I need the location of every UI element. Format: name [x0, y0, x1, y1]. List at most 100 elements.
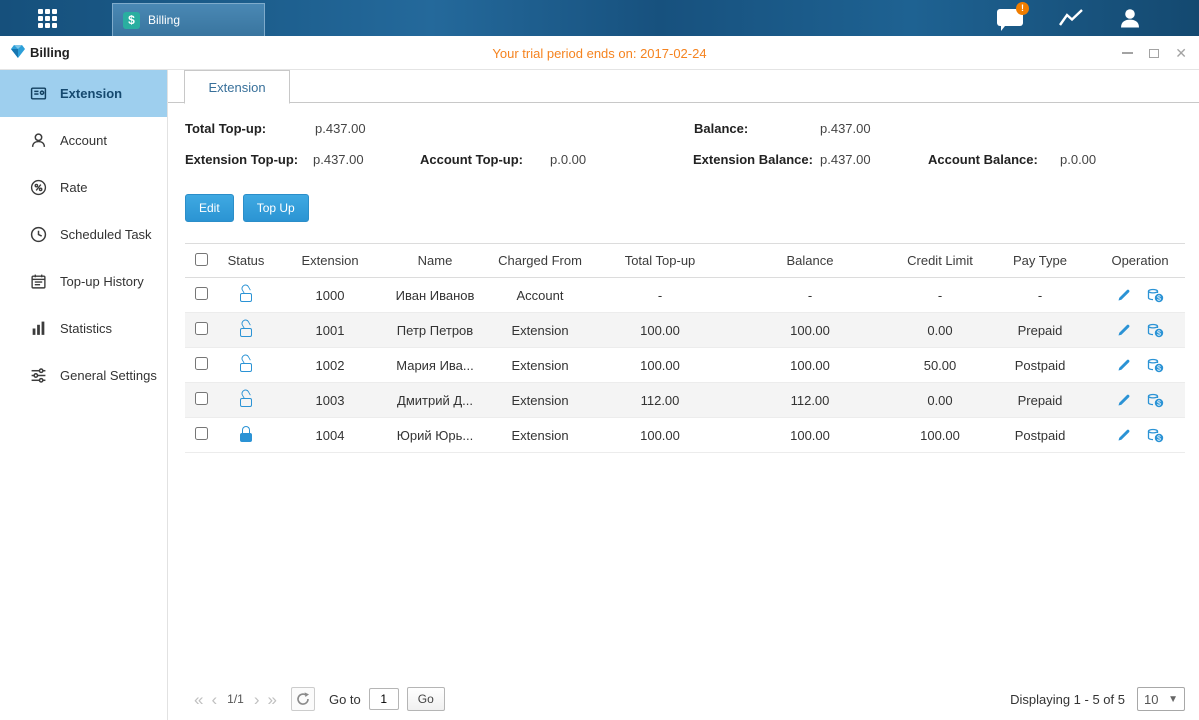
bar-chart-icon	[30, 320, 47, 337]
top-up-row-icon[interactable]: $	[1147, 288, 1164, 303]
page-size-select[interactable]: 10 ▼	[1137, 687, 1185, 711]
goto-label: Go to	[329, 692, 361, 707]
cell-charged-from: Account	[485, 278, 595, 313]
lock-status-icon[interactable]	[240, 328, 252, 337]
chevron-down-icon: ▼	[1168, 694, 1178, 705]
select-all-checkbox[interactable]	[195, 253, 208, 266]
cell-balance: 100.00	[725, 313, 895, 348]
cell-extension: 1000	[275, 278, 385, 313]
top-up-row-icon[interactable]: $	[1147, 428, 1164, 443]
sidebar-item-label: Rate	[60, 180, 87, 195]
top-up-row-icon[interactable]: $	[1147, 358, 1164, 373]
chart-icon[interactable]	[1057, 7, 1085, 34]
cell-credit-limit: -	[895, 278, 985, 313]
topbar: $ Billing !	[0, 0, 1199, 36]
table-row: 1000 Иван Иванов Account - - - - $	[185, 278, 1185, 313]
header-extension: Extension	[275, 244, 385, 278]
sidebar-item-topup-history[interactable]: Top-up History	[0, 258, 167, 305]
displaying-text: Displaying 1 - 5 of 5	[1010, 692, 1125, 707]
first-page-button[interactable]: «	[190, 691, 207, 708]
cell-credit-limit: 0.00	[895, 383, 985, 418]
extension-topup-label: Extension Top-up:	[185, 152, 298, 167]
refresh-button[interactable]	[291, 687, 315, 711]
sidebar-item-label: Top-up History	[60, 274, 144, 289]
user-icon[interactable]	[1117, 5, 1143, 36]
maximize-icon[interactable]	[1149, 49, 1159, 58]
account-balance-label: Account Balance:	[928, 152, 1038, 167]
total-topup-label: Total Top-up:	[185, 121, 266, 136]
billing-app-tab[interactable]: $ Billing	[112, 3, 265, 36]
cell-charged-from: Extension	[485, 348, 595, 383]
sidebar-item-scheduled-task[interactable]: Scheduled Task	[0, 211, 167, 258]
edit-row-icon[interactable]	[1117, 323, 1131, 337]
cell-name: Мария Ива...	[385, 348, 485, 383]
top-up-row-icon[interactable]: $	[1147, 323, 1164, 338]
calendar-icon	[30, 273, 47, 290]
svg-text:$: $	[1157, 435, 1161, 442]
lock-status-icon[interactable]	[240, 363, 252, 372]
billing-tab-label: Billing	[148, 13, 180, 27]
close-icon[interactable]: ✕	[1175, 46, 1187, 60]
edit-row-icon[interactable]	[1117, 393, 1131, 407]
row-checkbox[interactable]	[195, 427, 208, 440]
edit-button[interactable]: Edit	[185, 194, 234, 222]
balance-label: Balance:	[694, 121, 748, 136]
table-row: 1002 Мария Ива... Extension 100.00 100.0…	[185, 348, 1185, 383]
edit-row-icon[interactable]	[1117, 428, 1131, 442]
main-panel: Extension Total Top-up: p.437.00 Balance…	[168, 70, 1199, 720]
lock-status-icon[interactable]	[240, 433, 252, 442]
prev-page-button[interactable]: ‹	[207, 691, 221, 708]
cell-name: Иван Иванов	[385, 278, 485, 313]
edit-row-icon[interactable]	[1117, 288, 1131, 302]
sidebar-item-account[interactable]: Account	[0, 117, 167, 164]
sidebar-item-extension[interactable]: Extension	[0, 70, 167, 117]
cell-charged-from: Extension	[485, 418, 595, 453]
cell-extension: 1002	[275, 348, 385, 383]
sidebar-item-statistics[interactable]: Statistics	[0, 305, 167, 352]
header-total-topup: Total Top-up	[595, 244, 725, 278]
go-button[interactable]: Go	[407, 687, 445, 711]
cell-total-topup: 100.00	[595, 418, 725, 453]
row-checkbox[interactable]	[195, 322, 208, 335]
goto-page-input[interactable]	[369, 688, 399, 710]
sidebar-item-label: Account	[60, 133, 107, 148]
header-balance: Balance	[725, 244, 895, 278]
lock-status-icon[interactable]	[240, 398, 252, 407]
last-page-button[interactable]: »	[264, 691, 281, 708]
chat-icon[interactable]: !	[997, 8, 1025, 30]
header-pay-type: Pay Type	[985, 244, 1095, 278]
minimize-icon[interactable]	[1122, 52, 1133, 54]
sidebar: Extension Account Rate Scheduled Task To…	[0, 70, 168, 720]
lock-status-icon[interactable]	[240, 293, 252, 302]
refresh-icon	[296, 692, 310, 706]
cell-total-topup: 112.00	[595, 383, 725, 418]
cell-extension: 1003	[275, 383, 385, 418]
row-checkbox[interactable]	[195, 287, 208, 300]
top-up-row-icon[interactable]: $	[1147, 393, 1164, 408]
sidebar-item-label: Statistics	[60, 321, 112, 336]
svg-text:$: $	[1157, 330, 1161, 337]
row-checkbox[interactable]	[195, 392, 208, 405]
sidebar-item-general-settings[interactable]: General Settings	[0, 352, 167, 399]
sidebar-item-rate[interactable]: Rate	[0, 164, 167, 211]
top-up-button[interactable]: Top Up	[243, 194, 309, 222]
svg-text:$: $	[1157, 365, 1161, 372]
tab-extension[interactable]: Extension	[184, 70, 290, 104]
sliders-icon	[30, 367, 47, 384]
page-indicator: 1/1	[227, 692, 244, 706]
apps-grid-icon[interactable]	[38, 9, 57, 28]
next-page-button[interactable]: ›	[250, 691, 264, 708]
table-row: 1003 Дмитрий Д... Extension 112.00 112.0…	[185, 383, 1185, 418]
row-checkbox[interactable]	[195, 357, 208, 370]
extension-icon	[30, 85, 47, 102]
header-credit-limit: Credit Limit	[895, 244, 985, 278]
cell-pay-type: Postpaid	[985, 418, 1095, 453]
table-row: 1001 Петр Петров Extension 100.00 100.00…	[185, 313, 1185, 348]
edit-row-icon[interactable]	[1117, 358, 1131, 372]
balance-value: p.437.00	[820, 121, 871, 136]
account-topup-label: Account Top-up:	[420, 152, 523, 167]
dollar-icon: $	[123, 12, 140, 29]
cell-balance: -	[725, 278, 895, 313]
tab-bar	[168, 70, 1199, 103]
account-balance-value: p.0.00	[1060, 152, 1096, 167]
